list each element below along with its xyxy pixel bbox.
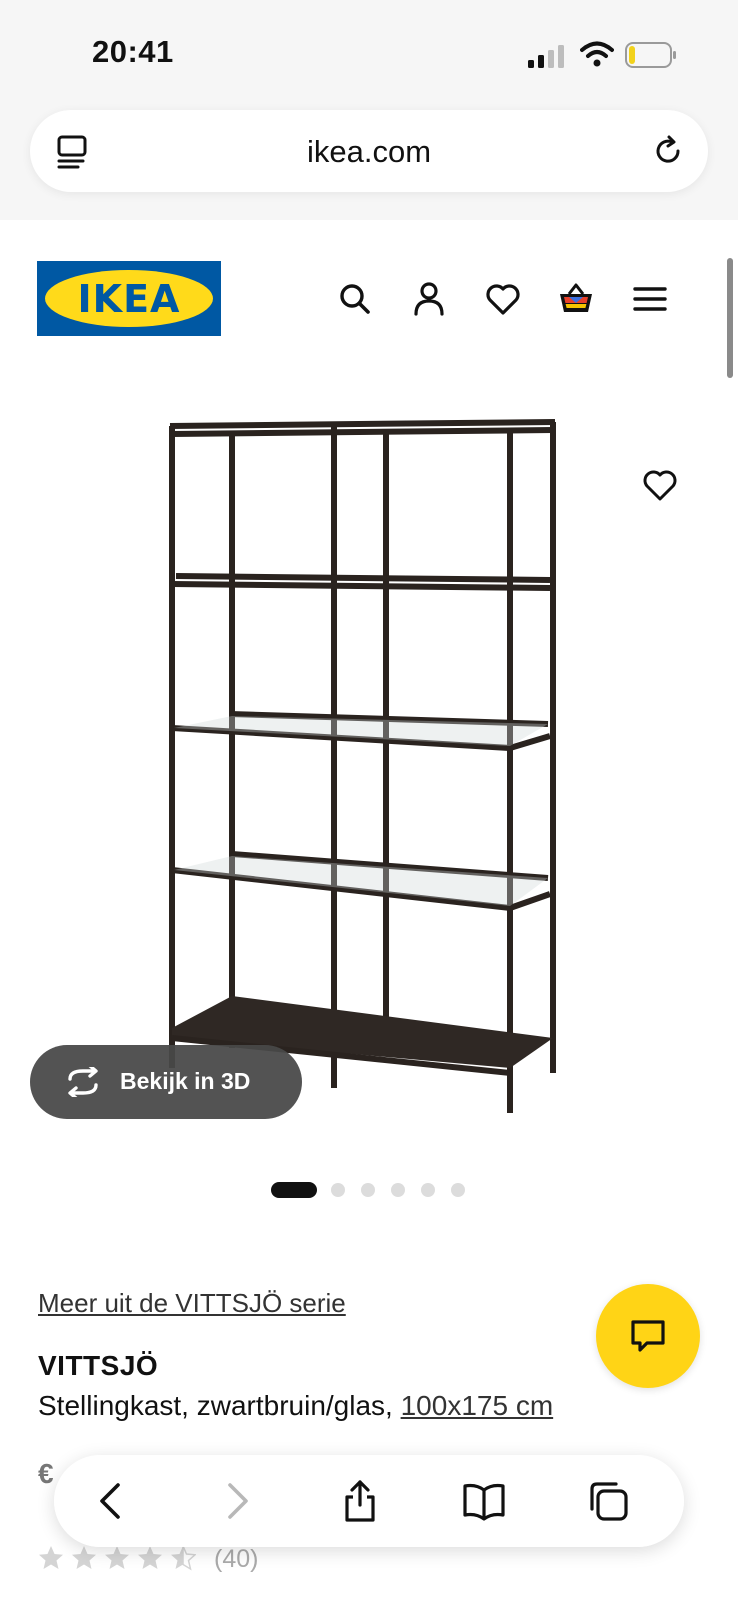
save-to-list-heart-icon[interactable] [642, 467, 678, 503]
product-image-shelving-unit[interactable] [150, 418, 590, 1138]
logo-text: IKEA [77, 277, 181, 321]
account-icon[interactable] [410, 280, 448, 318]
product-name: VITTSJÖ [38, 1350, 159, 1381]
wishlist-heart-icon[interactable] [484, 280, 522, 318]
view-in-3d-button[interactable]: Bekijk in 3D [30, 1045, 302, 1119]
series-link[interactable]: Meer uit de VITTSJÖ serie [38, 1288, 346, 1319]
tabs-icon[interactable] [586, 1479, 630, 1523]
carousel-dot[interactable] [421, 1183, 435, 1197]
address-bar[interactable]: ikea.com [30, 110, 708, 192]
product-description: Stellingkast, zwartbruin/glas, 100x175 c… [38, 1390, 553, 1422]
star-icon [72, 1546, 96, 1569]
browser-toolbar [54, 1455, 684, 1547]
chat-bubble-icon [631, 1320, 665, 1352]
rotate-3d-icon [68, 1067, 98, 1097]
carousel-dot[interactable] [451, 1183, 465, 1197]
menu-hamburger-icon[interactable] [631, 280, 669, 318]
browser-address-area: ikea.com [0, 100, 738, 220]
carousel-dot[interactable] [361, 1183, 375, 1197]
view-in-3d-label: Bekijk in 3D [120, 1068, 251, 1094]
chat-button[interactable] [596, 1284, 700, 1388]
review-count: (40) [214, 1545, 259, 1573]
product-description-text: Stellingkast, zwartbruin/glas, [38, 1390, 393, 1421]
back-icon[interactable] [90, 1479, 134, 1523]
cellular-signal-icon [528, 45, 564, 68]
shopping-basket-icon[interactable] [557, 280, 595, 318]
carousel-dot[interactable] [391, 1183, 405, 1197]
product-size-link[interactable]: 100x175 cm [401, 1390, 554, 1421]
carousel-dot-active[interactable] [271, 1182, 317, 1198]
half-star-icon [171, 1545, 196, 1571]
share-icon[interactable] [338, 1479, 382, 1523]
battery-icon [625, 42, 676, 68]
carousel-dot[interactable] [331, 1183, 345, 1197]
star-icon [105, 1546, 129, 1569]
scroll-indicator [727, 258, 733, 378]
forward-icon[interactable] [214, 1479, 258, 1523]
reload-icon[interactable] [650, 133, 686, 169]
star-icon [138, 1546, 162, 1569]
product-price: € [38, 1458, 54, 1489]
status-time: 20:41 [92, 34, 174, 69]
ikea-logo[interactable]: IKEA [37, 261, 221, 336]
bookmarks-icon[interactable] [462, 1479, 506, 1523]
search-icon[interactable] [336, 280, 374, 318]
wifi-icon [580, 41, 614, 67]
url-text: ikea.com [306, 134, 432, 169]
star-icon [39, 1546, 63, 1569]
status-bar: 20:41 [0, 0, 738, 100]
